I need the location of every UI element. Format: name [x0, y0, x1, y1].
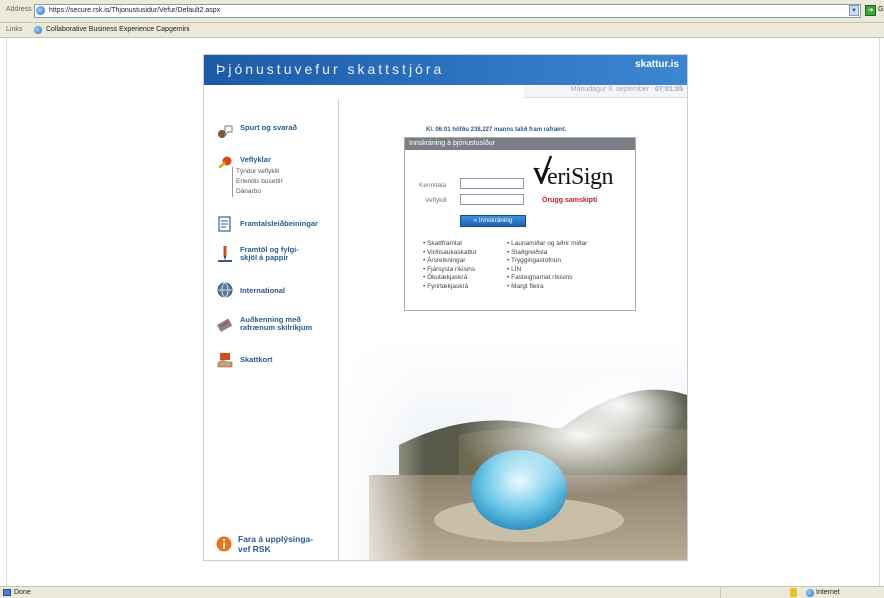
- page-done-icon: [3, 589, 11, 596]
- login-panel: Innskráning á þjónustusíður Kennitala Ve…: [404, 137, 636, 311]
- lock-icon[interactable]: [790, 588, 797, 597]
- internet-zone-icon: [806, 589, 814, 597]
- services-list-right: Launamiðar og aðrir miðar Staðgreiðsla T…: [507, 240, 587, 292]
- nav-item-framtalsleidbeiningar[interactable]: Framtalsleiðbeiningar: [216, 215, 336, 235]
- address-dropdown-button[interactable]: ▼: [849, 5, 859, 16]
- date-text: Mánudagur 3. september: [570, 86, 649, 93]
- verisign-logo: VeriSign: [533, 164, 614, 190]
- status-bar: Done Internet: [0, 586, 884, 598]
- nav-item-spurt[interactable]: Spurt og svarað: [216, 123, 336, 143]
- sub-link-danarbu[interactable]: Dánarbú: [232, 187, 283, 197]
- login-button-label: Innskráning: [478, 217, 513, 224]
- skattur-page: Þjónustuvefur skattstjóra skattur.is Mán…: [203, 54, 688, 561]
- address-input[interactable]: https://secure.rsk.is/Thjonustusidur/Vef…: [34, 4, 861, 18]
- nav-item-international[interactable]: International: [216, 281, 336, 301]
- go-arrow-icon[interactable]: ➜: [865, 5, 876, 16]
- geyser-photo: [339, 335, 687, 560]
- info-icon: [216, 536, 232, 552]
- link-capgemini[interactable]: Collaborative Business Experience Capgem…: [34, 24, 190, 36]
- sub-link-erlendis[interactable]: Erlendis búsettir: [232, 177, 283, 187]
- list-item: Fyrirtækjaskrá: [423, 283, 477, 292]
- ie-page-icon: [36, 6, 45, 15]
- list-item: Margt fleira: [507, 283, 587, 292]
- card-icon: [216, 318, 233, 332]
- date-strip: Mánudagur 3. september 07:01:05: [524, 85, 687, 98]
- list-item: Virðisaukaskattur: [423, 249, 477, 258]
- list-item: Ársreikningar: [423, 257, 477, 266]
- services-list-left: Skattframtal Virðisaukaskattur Ársreikni…: [423, 240, 477, 292]
- veflykill-input[interactable]: [460, 194, 524, 205]
- status-cells: [720, 587, 791, 598]
- filing-notice: Kl. 06:01 höfðu 238.227 manns talið fram…: [426, 127, 567, 133]
- list-item: Skattframtal: [423, 240, 477, 249]
- links-bar: Links Collaborative Business Experience …: [0, 23, 884, 38]
- list-item: Staðgreiðsla: [507, 249, 587, 258]
- sub-link-tyndur[interactable]: Týndur veflykill: [232, 167, 283, 177]
- nav-item-framtol-pappir[interactable]: Framtöl og fylgi- skjöl á pappír: [216, 245, 336, 267]
- go-button-label[interactable]: G: [878, 6, 883, 13]
- nav-item-skattkort[interactable]: Skattkort: [216, 351, 336, 371]
- list-item: Fasteignamat ríkisins: [507, 274, 587, 283]
- status-text: Done: [14, 589, 31, 596]
- ie-link-icon: [34, 26, 42, 34]
- nav-item-label: International: [240, 286, 286, 295]
- document-icon: [218, 216, 231, 232]
- pen-icon: [218, 246, 232, 262]
- rsk-link-label: Fara á upplýsinga- vef RSK: [238, 534, 314, 554]
- globe-icon: [217, 282, 233, 298]
- list-item: Tryggingastofnun: [507, 257, 587, 266]
- nav-item-label: Spurt og svarað: [240, 123, 298, 132]
- login-button[interactable]: » Innskráning: [460, 215, 526, 227]
- nav-item-label: Auðkenning með rafrænum skilríkjum: [240, 315, 313, 332]
- address-bar: Address https://secure.rsk.is/Thjonustus…: [0, 0, 884, 23]
- nav-item-label: Veflyklar: [240, 155, 271, 164]
- nav-item-label: Skattkort: [240, 355, 273, 364]
- link-capgemini-label: Collaborative Business Experience Capgem…: [46, 26, 190, 33]
- hand-card-icon: [217, 353, 233, 368]
- header-banner: Þjónustuvefur skattstjóra skattur.is: [204, 55, 687, 85]
- secure-communication-text: Örugg samskipti: [542, 197, 598, 204]
- veflykill-label: Veflykill: [425, 197, 447, 204]
- login-heading: Innskráning á þjónustusíður: [405, 138, 635, 150]
- brand-logo-text[interactable]: skattur.is: [635, 59, 679, 70]
- nav-item-label: Framtöl og fylgi- skjöl á pappír: [240, 245, 299, 262]
- nav-item-audkenning[interactable]: Auðkenning með rafrænum skilríkjum: [216, 315, 336, 337]
- nav-item-label: Framtalsleiðbeiningar: [240, 219, 318, 228]
- links-label: Links: [6, 26, 23, 33]
- veflyklar-sublist: Týndur veflykill Erlendis búsettir Dánar…: [232, 167, 283, 197]
- zone-text: Internet: [816, 589, 840, 596]
- list-item: Ökutækjaskrá: [423, 274, 477, 283]
- list-item: Launamiðar og aðrir miðar: [507, 240, 587, 249]
- question-icon: [218, 125, 233, 138]
- kennitala-input[interactable]: [460, 178, 524, 189]
- page-title: Þjónustuvefur skattstjóra: [216, 61, 445, 77]
- sidebar: Spurt og svarað Veflyklar Týndur veflyki…: [204, 99, 339, 560]
- address-label: Address: [6, 6, 32, 13]
- time-text: 07:01:05: [654, 86, 683, 93]
- kennitala-label: Kennitala: [419, 182, 447, 189]
- list-item: LÍN: [507, 266, 587, 275]
